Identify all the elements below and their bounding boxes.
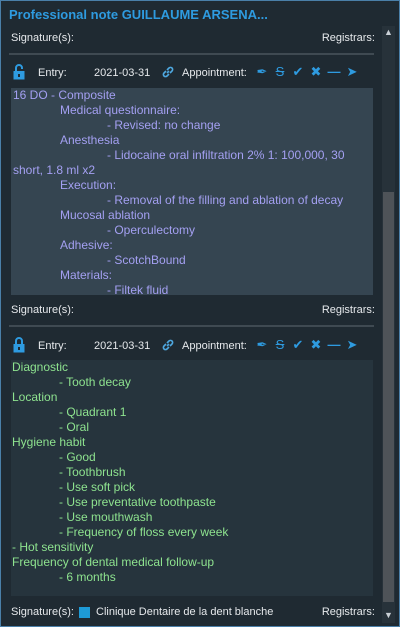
clinic-name: Clinique Dentaire de la dent blanche — [96, 606, 274, 618]
note-line: - Toothbrush — [59, 465, 126, 479]
link-icon[interactable] — [161, 338, 175, 352]
entry-label: Entry: — [38, 67, 67, 79]
registrars-label[interactable]: Registrars: — [322, 30, 375, 46]
top-signature-row: Signature(s): Registrars: — [11, 30, 375, 46]
appointment-label: Appointment: — [182, 340, 247, 352]
entry-toolbar: ✒ S ✔ ✖ — ➤ — [255, 338, 359, 352]
note-line: - Revised: no change — [107, 118, 221, 132]
note-line: - Use soft pick — [59, 480, 136, 494]
note-line: Diagnostic — [12, 360, 69, 374]
note-line: - Operculectomy — [107, 223, 196, 237]
registrars-label[interactable]: Registrars: — [322, 302, 375, 318]
note-line: - Use mouthwash — [59, 510, 153, 524]
appointment-label: Appointment: — [182, 67, 247, 79]
note-line: Hygiene habit — [12, 435, 86, 449]
minus-icon[interactable]: — — [327, 65, 341, 79]
note-line: - Filtek fluid — [107, 283, 169, 295]
note-line: - ScotchBound — [107, 253, 186, 267]
note-line: - Frequency of floss every week — [59, 525, 229, 539]
note-line: Frequency of dental medical follow-up — [12, 555, 215, 569]
note-line: - Tooth decay — [59, 375, 131, 389]
note-line: short, 1.8 ml x2 — [13, 163, 96, 177]
minus-icon[interactable]: — — [327, 338, 341, 352]
lock-icon[interactable] — [13, 64, 25, 80]
note-line: - 6 months — [59, 570, 116, 584]
scroll-up-icon[interactable]: ▲ — [383, 26, 394, 38]
pin-icon[interactable]: ➤ — [345, 65, 359, 79]
separator — [9, 325, 374, 327]
sign-icon[interactable]: ✒ — [255, 65, 269, 79]
signatures-label: Signature(s): — [11, 606, 74, 618]
entry-header: Entry: 2021-03-31 Appointment: ✒ S ✔ ✖ —… — [11, 63, 375, 85]
note-line: Mucosal ablation — [60, 208, 151, 222]
strikethrough-icon[interactable]: S — [273, 338, 287, 352]
clinic-color-swatch — [79, 607, 90, 618]
note-line: - Lidocaine oral infiltration 2% 1: 100,… — [107, 148, 345, 162]
note-line: Medical questionnaire: — [60, 103, 181, 117]
note-line: - Removal of the filling and ablation of… — [107, 193, 344, 207]
note-line: Location — [12, 390, 58, 404]
signatures-label: Signature(s): — [11, 304, 74, 316]
signatures-label: Signature(s): — [11, 32, 74, 44]
entry-signature-row: Signature(s): Registrars: — [11, 302, 375, 318]
entry-date: 2021-03-31 — [94, 67, 151, 79]
entry-date: 2021-03-31 — [94, 340, 151, 352]
link-icon[interactable] — [161, 65, 175, 79]
entry-label: Entry: — [38, 340, 67, 352]
separator — [9, 53, 374, 55]
scroll-down-icon[interactable]: ▼ — [383, 609, 394, 621]
pin-icon[interactable]: ➤ — [345, 338, 359, 352]
close-icon[interactable]: ✖ — [309, 65, 323, 79]
note-line: Materials: — [60, 268, 113, 282]
note-line: 16 DO - Composite — [13, 88, 116, 102]
note-line: Anesthesia — [60, 133, 120, 147]
panel-title: Professional note GUILLAUME ARSENA... — [9, 7, 268, 22]
scrollbar-thumb[interactable] — [383, 192, 394, 602]
check-icon[interactable]: ✔ — [291, 338, 305, 352]
note-line: - Oral — [59, 420, 89, 434]
note-line: - Good — [59, 450, 96, 464]
note-line: Adhesive: — [60, 238, 113, 252]
entry-toolbar: ✒ S ✔ ✖ — ➤ — [255, 65, 359, 79]
check-icon[interactable]: ✔ — [291, 65, 305, 79]
entry-header: Entry: 2021-03-31 Appointment: ✒ S ✔ ✖ —… — [11, 336, 375, 358]
note-body[interactable]: 16 DO - Composite Medical questionnaire:… — [11, 88, 373, 295]
note-body[interactable]: Diagnostic - Tooth decay Location - Quad… — [11, 360, 373, 596]
entry-signature-row: Signature(s): Clinique Dentaire de la de… — [11, 604, 375, 620]
close-icon[interactable]: ✖ — [309, 338, 323, 352]
registrars-label[interactable]: Registrars: — [322, 604, 375, 620]
note-line: - Use preventative toothpaste — [59, 495, 216, 509]
lock-icon[interactable] — [13, 337, 25, 353]
note-line: Execution: — [60, 178, 117, 192]
note-line: - Hot sensitivity — [12, 540, 94, 554]
note-line: - Quadrant 1 — [59, 405, 127, 419]
sign-icon[interactable]: ✒ — [255, 338, 269, 352]
strikethrough-icon[interactable]: S — [273, 65, 287, 79]
